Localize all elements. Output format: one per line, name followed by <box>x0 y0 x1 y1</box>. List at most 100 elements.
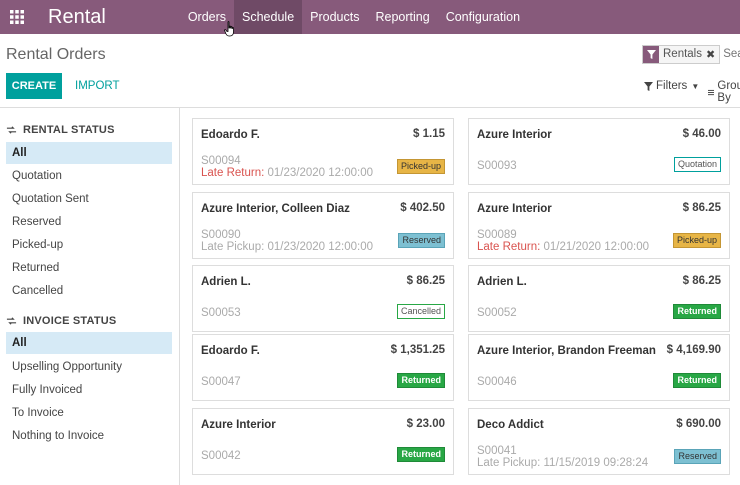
rental-status-returned[interactable]: Returned <box>6 257 172 279</box>
card-status-badge: Picked-up <box>396 159 445 174</box>
card-customer: Edoardo F. <box>201 129 260 141</box>
card-deadline-note: Late Return: 01/21/2020 12:00:00 <box>477 241 649 253</box>
card-customer: Azure Interior <box>201 419 276 431</box>
card-deadline-date: 01/23/2020 12:00:00 <box>267 167 374 179</box>
card-amount: $ 23.00 <box>406 418 445 430</box>
invoice-status-upselling[interactable]: Upselling Opportunity <box>6 356 172 378</box>
card-customer: Azure Interior, Brandon Freeman <box>477 345 656 357</box>
rental-order-card[interactable]: Azure Interior $ 23.00 S00042 Returned <box>192 408 454 475</box>
card-deadline-label: Late Return: <box>201 167 265 179</box>
card-reference: S00094 <box>201 155 241 167</box>
card-status-badge: Reserved <box>674 449 721 464</box>
caret-down-icon: ▼ <box>691 81 700 91</box>
search-panel: RENTAL STATUS All Quotation Quotation Se… <box>0 108 180 485</box>
card-reference: S00093 <box>477 160 517 172</box>
card-deadline-note: Late Pickup: 01/23/2020 12:00:00 <box>201 241 373 253</box>
refresh-icon <box>6 126 17 134</box>
invoice-status-nothing[interactable]: Nothing to Invoice <box>6 425 172 447</box>
card-amount: $ 402.50 <box>400 202 445 214</box>
card-amount: $ 1.15 <box>413 128 445 140</box>
card-amount: $ 86.25 <box>406 275 445 287</box>
facet-label: Rentals <box>663 48 702 60</box>
card-status-badge: Reserved <box>398 233 445 248</box>
rental-status-title: RENTAL STATUS <box>23 124 115 136</box>
card-amount: $ 4,169.90 <box>666 344 721 356</box>
card-amount: $ 690.00 <box>676 418 721 430</box>
rental-order-card[interactable]: Deco Addict $ 690.00 S00041 Late Pickup: 11… <box>468 408 730 475</box>
menu-configuration[interactable]: Configuration <box>438 0 528 34</box>
card-reference: S00046 <box>477 376 517 388</box>
card-deadline-note: Late Return: 01/23/2020 12:00:00 <box>201 167 373 179</box>
invoice-status-title: INVOICE STATUS <box>23 315 117 327</box>
card-customer: Azure Interior, Colleen Diaz <box>201 203 350 215</box>
rental-status-quotation[interactable]: Quotation <box>6 165 172 187</box>
card-reference: S00053 <box>201 307 241 319</box>
card-status-badge: Returned <box>397 447 445 462</box>
rental-status-header: RENTAL STATUS <box>6 124 115 136</box>
rental-order-card[interactable]: Azure Interior $ 86.25 S00089 Late Return: … <box>468 192 730 259</box>
invoice-status-all[interactable]: All <box>6 332 172 354</box>
card-amount: $ 46.00 <box>682 128 721 140</box>
list-icon <box>708 89 715 95</box>
filters-dropdown[interactable]: Filters ▼ <box>644 80 699 92</box>
card-amount: $ 86.25 <box>682 275 721 287</box>
rental-status-all[interactable]: All <box>6 142 172 164</box>
card-customer: Adrien L. <box>477 276 527 288</box>
rental-order-card[interactable]: Azure Interior $ 46.00 S00093 Quotation <box>468 118 730 185</box>
rental-order-card[interactable]: Edoardo F. $ 1.15 S00094 Late Return: 01/23… <box>192 118 454 185</box>
card-amount: $ 86.25 <box>682 202 721 214</box>
import-button[interactable]: IMPORT <box>70 73 125 99</box>
rental-status-quotation-sent[interactable]: Quotation Sent <box>6 188 172 210</box>
card-status-badge: Quotation <box>673 157 721 172</box>
card-status-badge: Picked-up <box>672 233 721 248</box>
search-input[interactable] <box>723 48 740 60</box>
card-status-badge: Returned <box>397 373 445 388</box>
invoice-status-to-invoice[interactable]: To Invoice <box>6 402 172 424</box>
filter-icon <box>644 81 653 91</box>
rental-status-cancelled[interactable]: Cancelled <box>6 280 172 302</box>
invoice-status-header: INVOICE STATUS <box>6 315 116 327</box>
top-navbar: Rental Orders Schedule Products Reportin… <box>0 0 740 34</box>
menu-products[interactable]: Products <box>302 0 367 34</box>
menu-reporting[interactable]: Reporting <box>367 0 437 34</box>
card-deadline-date: 01/21/2020 12:00:00 <box>543 241 650 253</box>
card-deadline-date: 01/23/2020 12:00:00 <box>267 241 374 253</box>
card-customer: Deco Addict <box>477 419 544 431</box>
card-deadline-note: Late Pickup: 11/15/2019 09:28:24 <box>477 457 648 469</box>
rental-order-card[interactable]: Adrien L. $ 86.25 S00052 Returned <box>468 265 730 332</box>
search-facet: Rentals ✖ <box>642 44 721 64</box>
card-status-badge: Cancelled <box>396 304 445 319</box>
rental-order-card[interactable]: Adrien L. $ 86.25 S00053 Cancelled <box>192 265 454 332</box>
rental-order-card[interactable]: Azure Interior, Brandon Freeman $ 4,169.9… <box>468 334 730 401</box>
filters-label: Filters <box>656 80 688 92</box>
card-deadline-date: 11/15/2019 09:28:24 <box>543 457 649 469</box>
card-reference: S00052 <box>477 307 517 319</box>
groupby-dropdown[interactable]: Group By <box>708 80 740 104</box>
card-deadline-label: Late Pickup: <box>477 457 541 469</box>
card-deadline-label: Late Pickup: <box>201 241 265 253</box>
rental-status-reserved[interactable]: Reserved <box>6 211 172 233</box>
card-amount: $ 1,351.25 <box>390 344 445 356</box>
card-status-badge: Returned <box>673 304 721 319</box>
card-reference: S00042 <box>201 450 241 462</box>
facet-remove-icon[interactable]: ✖ <box>706 48 719 61</box>
card-reference: S00047 <box>201 376 241 388</box>
card-customer: Adrien L. <box>201 276 251 288</box>
card-reference: S00090 <box>201 229 241 241</box>
card-deadline-label: Late Return: <box>477 241 541 253</box>
filter-icon <box>643 45 659 63</box>
invoice-status-fully-invoiced[interactable]: Fully Invoiced <box>6 379 172 401</box>
rental-status-picked-up[interactable]: Picked-up <box>6 234 172 256</box>
create-button[interactable]: CREATE <box>6 73 62 99</box>
refresh-icon <box>6 317 17 325</box>
search-bar[interactable]: Rentals ✖ <box>642 44 740 64</box>
rental-order-card[interactable]: Azure Interior, Colleen Diaz $ 402.50 S000… <box>192 192 454 259</box>
card-customer: Azure Interior <box>477 203 552 215</box>
page-title: Rental Orders <box>6 46 106 63</box>
menu-schedule[interactable]: Schedule <box>234 0 303 34</box>
rental-order-card[interactable]: Edoardo F. $ 1,351.25 S00047 Returned <box>192 334 454 401</box>
app-brand[interactable]: Rental <box>48 6 106 29</box>
apps-grid-icon[interactable] <box>0 0 34 34</box>
groupby-label: Group By <box>717 80 740 104</box>
card-customer: Edoardo F. <box>201 345 260 357</box>
